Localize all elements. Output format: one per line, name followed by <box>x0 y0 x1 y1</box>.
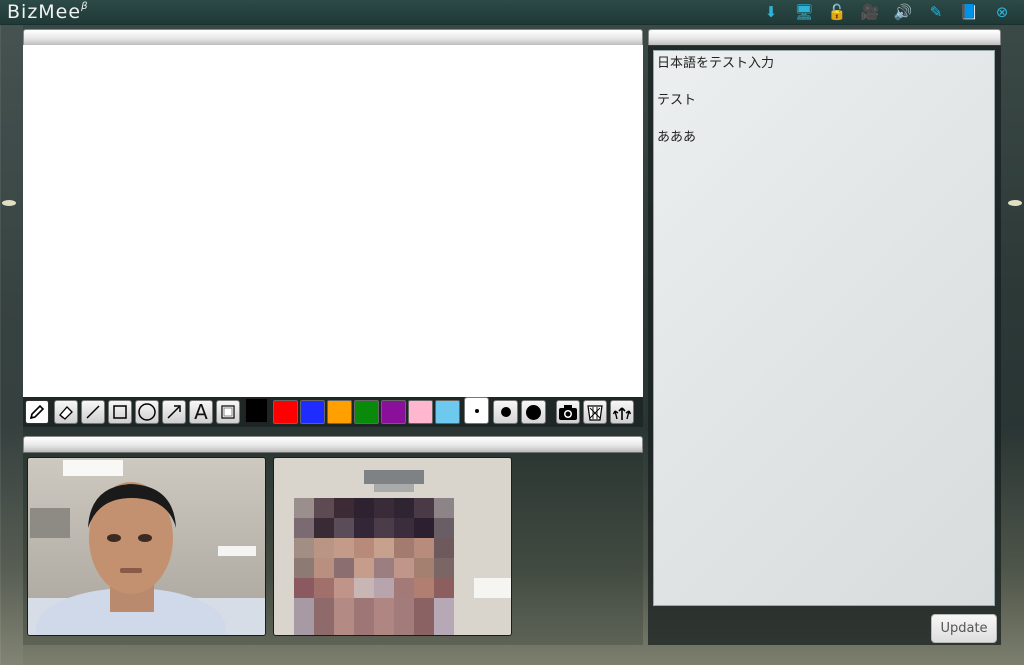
color-swatch-light-blue[interactable] <box>435 400 460 424</box>
square-icon <box>111 403 129 421</box>
participant-1-feed <box>28 458 265 635</box>
app-logo: BizMeeβ <box>7 1 88 23</box>
clear-button[interactable] <box>583 400 607 424</box>
arrow-tool[interactable] <box>162 400 186 424</box>
close-circle-icon[interactable]: ⊗ <box>992 3 1012 21</box>
circle-tool[interactable] <box>135 400 159 424</box>
app-name: BizMee <box>7 1 82 23</box>
text-a-icon: A <box>194 400 208 424</box>
color-swatch-black[interactable] <box>244 397 269 424</box>
brush-dot-icon <box>526 404 541 420</box>
color-swatch-orange[interactable] <box>327 400 352 424</box>
top-bar: BizMeeβ ⬇ 🖥 🔓 🎥 🔊 ✎ 📘 ⊗ <box>0 0 1024 25</box>
textbox-tool[interactable] <box>216 400 240 424</box>
eraser-icon <box>57 403 75 421</box>
chat-text-area[interactable]: 日本語をテスト入力 テスト あああ <box>653 50 995 606</box>
snapshot-button[interactable] <box>556 400 580 424</box>
unlock-icon[interactable]: 🔓 <box>827 3 847 21</box>
circle-icon <box>137 402 157 422</box>
scatter-arrows-icon <box>612 402 632 422</box>
video-participant-1[interactable] <box>27 457 266 636</box>
color-swatch-purple[interactable] <box>381 400 406 424</box>
brush-dot-icon <box>474 408 479 413</box>
text-tool[interactable]: A <box>189 400 213 424</box>
update-button[interactable]: Update <box>931 614 997 643</box>
arrow-icon <box>165 403 183 421</box>
participant-2-feed-pixelated <box>274 458 511 635</box>
color-swatch-red[interactable] <box>273 400 298 424</box>
chat-line: あああ <box>657 130 697 145</box>
undo-button[interactable] <box>610 400 634 424</box>
chat-line: テスト <box>657 93 697 108</box>
background-window-pane <box>0 24 23 665</box>
color-swatch-pink[interactable] <box>408 400 433 424</box>
book-icon[interactable]: 📘 <box>959 3 979 21</box>
background-light <box>2 200 16 206</box>
video-camera-icon[interactable]: 🎥 <box>860 3 880 21</box>
video-participant-2[interactable] <box>273 457 512 636</box>
eraser-tool[interactable] <box>54 400 78 424</box>
edit-note-icon[interactable]: ✎ <box>926 3 946 21</box>
download-icon[interactable]: ⬇ <box>761 3 781 21</box>
top-toolbar: ⬇ 🖥 🔓 🎥 🔊 ✎ 📘 ⊗ <box>761 3 1012 21</box>
version-mark: β <box>81 0 89 12</box>
brush-size-small[interactable] <box>464 397 489 424</box>
whiteboard-toolbar: A <box>23 397 643 427</box>
whiteboard-canvas[interactable] <box>23 45 643 397</box>
whiteboard-header[interactable] <box>23 29 643 46</box>
chat-line: 日本語をテスト入力 <box>657 56 775 71</box>
monitor-icon[interactable]: 🖥 <box>794 3 814 21</box>
brush-dot-icon <box>500 407 511 417</box>
textbox-icon <box>219 403 237 421</box>
line-icon <box>84 403 102 421</box>
video-panel <box>23 452 643 645</box>
background-light <box>1008 200 1022 206</box>
video-panel-header[interactable] <box>23 436 643 453</box>
brush-size-large[interactable] <box>521 400 546 424</box>
rectangle-tool[interactable] <box>108 400 132 424</box>
speaker-icon[interactable]: 🔊 <box>893 3 913 21</box>
chat-header[interactable] <box>648 29 1001 46</box>
brush-size-medium[interactable] <box>493 400 518 424</box>
pencil-icon <box>28 403 46 421</box>
pen-tool[interactable] <box>25 400 49 424</box>
color-swatch-green[interactable] <box>354 400 379 424</box>
line-tool[interactable] <box>81 400 105 424</box>
color-swatch-blue[interactable] <box>300 400 325 424</box>
trash-basket-icon <box>585 402 605 422</box>
camera-icon <box>558 403 578 421</box>
